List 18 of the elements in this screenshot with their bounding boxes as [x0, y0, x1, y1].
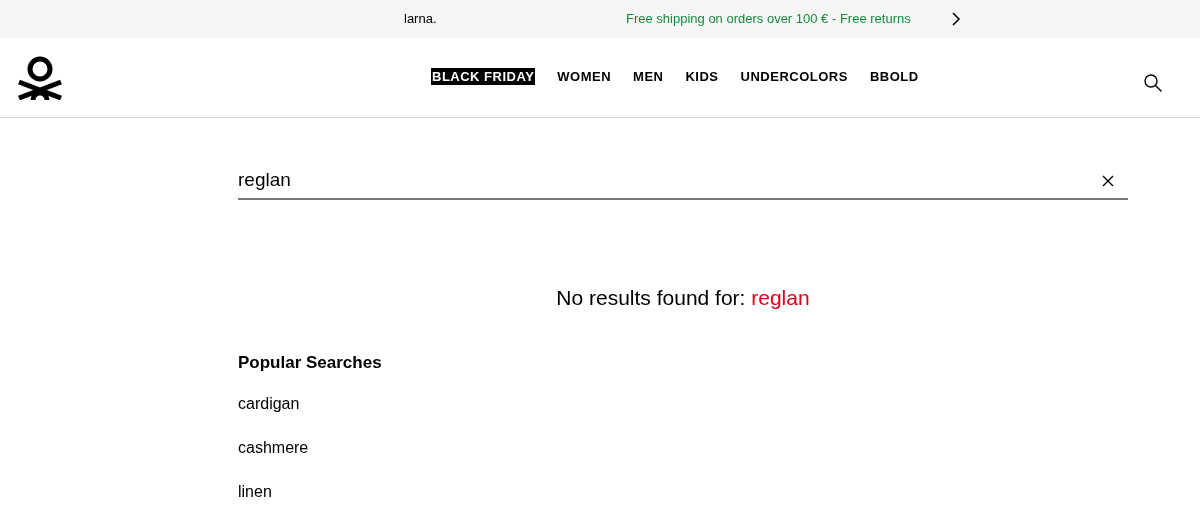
promo-message: Free shipping on orders over 100 € - Free returns [626, 10, 911, 29]
nav-link[interactable]: UNDERCOLORS [740, 68, 848, 85]
promo-text: larna. [404, 10, 438, 29]
popular-search-link[interactable]: cardigan [238, 393, 300, 415]
no-results-message: No results found for: reglan [556, 285, 810, 311]
popular-search-link[interactable]: cashmere [238, 437, 309, 459]
nav-link[interactable]: BBOLD [869, 68, 919, 85]
nav-link[interactable]: WOMEN [557, 68, 612, 85]
search-field[interactable]: reglan [238, 162, 1128, 200]
nav-link[interactable]: KIDS [685, 68, 719, 85]
search-icon[interactable] [1143, 73, 1163, 93]
close-icon[interactable] [1102, 175, 1114, 187]
logo-icon[interactable] [17, 55, 63, 100]
popular-search-link[interactable]: linen [238, 481, 272, 503]
nav-link[interactable]: MEN [633, 68, 664, 85]
popular-searches-title: Popular Searches [238, 351, 383, 374]
nav-link[interactable]: BLACK FRIDAY [431, 68, 536, 85]
chevron-right-icon[interactable] [950, 12, 961, 26]
